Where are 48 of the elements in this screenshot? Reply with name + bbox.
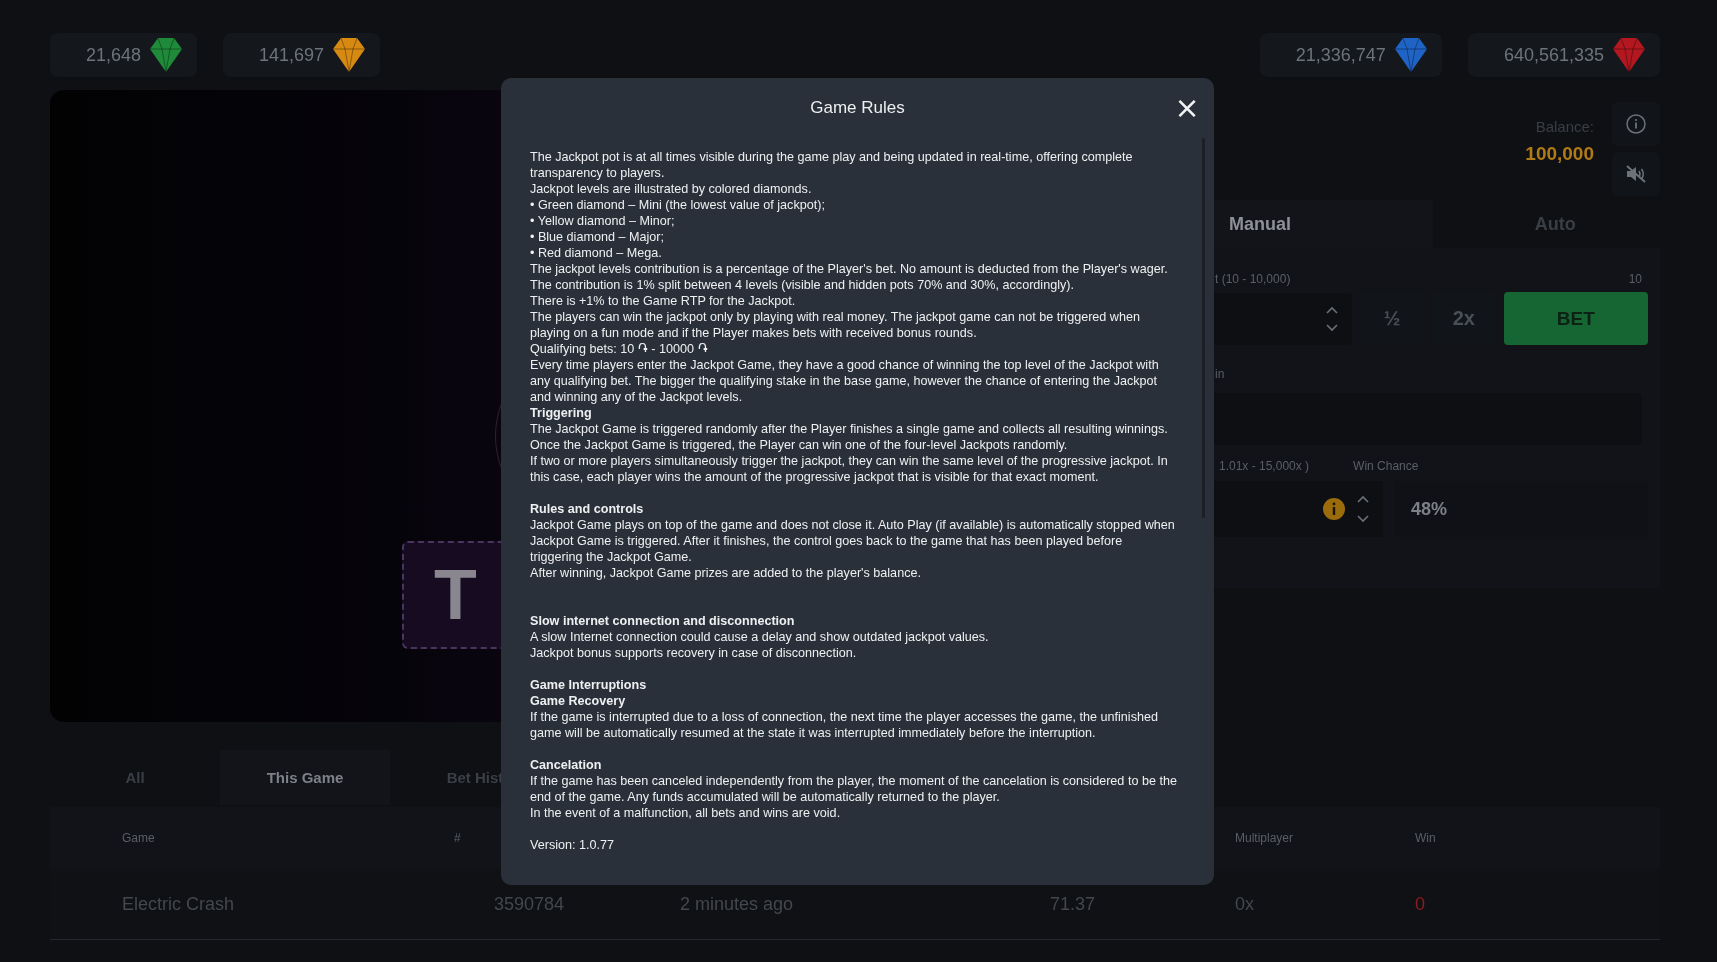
rules-paragraph: There is +1% to the Game RTP for the Jackpot. bbox=[530, 293, 797, 309]
rules-paragraph: • Green diamond – Mini (the lowest value of jackpot); bbox=[530, 197, 826, 213]
column-header: Multiplayer bbox=[1235, 831, 1294, 845]
rules-paragraph: Every time players enter the Jackpot Game, they have a good chance of winning the top level of the Jackpot with any qualifying bet. The bigger the qualifying stake in the base game, however the chance of entering the Jackpot and winning any of the Jackpot levels. bbox=[530, 357, 1160, 405]
rules-paragraph: Jackpot bonus supports recovery in case of disconnection. bbox=[530, 645, 858, 661]
section-heading: Game Recovery bbox=[530, 693, 627, 709]
rules-paragraph: The Jackpot Game is triggered randomly after the Player finishes a single game and collects all resulting winnings. Once the Jackpot Game is triggered, the Player can win one of the four-level Jackpots randomly. bbox=[530, 421, 1169, 453]
jackpot-value: 640,561,335 bbox=[1503, 44, 1604, 66]
table-cell-text: 3590784 bbox=[494, 893, 566, 915]
table-cell-text: 71.37 bbox=[1050, 893, 1097, 915]
multiplier-label: 1.01x - 15,000x ) bbox=[1219, 459, 1310, 473]
rules-paragraph: • Yellow diamond – Minor; bbox=[530, 213, 676, 229]
rules-paragraph: • Blue diamond – Major; bbox=[530, 229, 665, 245]
rules-paragraph: In the event of a malfunction, all bets and wins are void. bbox=[530, 805, 842, 821]
jackpot-value: 21,336,747 bbox=[1295, 44, 1386, 66]
bet-label: t (10 - 10,000) bbox=[1214, 272, 1291, 286]
table-cell-text: Electric Crash bbox=[122, 893, 236, 915]
section-heading: Rules and controls bbox=[530, 501, 645, 517]
rules-paragraph: If two or more players simultaneously trigger the jackpot, they can win the same level of the progressive jackpot. In this case, each player wins the amount of the progressive jackpot that is visible for that exact moment. bbox=[530, 453, 1169, 485]
rules-paragraph: • Red diamond – Mega. bbox=[530, 245, 663, 261]
jackpot-value: 141,697 bbox=[259, 44, 325, 66]
section-heading: Triggering bbox=[530, 405, 593, 421]
section-heading: Slow internet connection and disconnection bbox=[530, 613, 796, 629]
rules-paragraph: Jackpot levels are illustrated by colored diamonds. bbox=[530, 181, 813, 197]
rules-paragraph: If the game is interrupted due to a loss of connection, the next time the player accesses the game, the unfinished game will be automatically resumed at the state it was interrupted immediately before the interruption. bbox=[530, 709, 1159, 741]
balance-value: 100,000 bbox=[1525, 143, 1594, 165]
rules-paragraph: The jackpot levels contribution is a percentage of the Player's bet. No amount is deducted from the Player's wager. The contribution is 1% split between 4 levels (visible and hidden pots 70% and 30%, accordingly). bbox=[530, 261, 1169, 293]
section-heading: Game Interruptions bbox=[530, 677, 648, 693]
dialog-title: Game Rules bbox=[810, 98, 905, 118]
section-heading: Cancelation bbox=[530, 757, 603, 773]
rules-paragraph: Qualifying bets: 10 ֏ - 10000 ֏ bbox=[530, 341, 709, 357]
column-header: Game bbox=[122, 831, 155, 845]
rules-paragraph: After winning, Jackpot Game prizes are added to the player's balance. bbox=[530, 565, 922, 581]
rules-paragraph: A slow Internet connection could cause a delay and show outdated jackpot values. bbox=[530, 629, 990, 645]
rules-paragraph: Version: 1.0.77 bbox=[530, 837, 616, 853]
rules-paragraph: Jackpot Game plays on top of the game and does not close it. Auto Play (if available) is automatically stopped when Jackpot Game is triggered. After it finishes, the control goes back to the game that has been played before triggering the Jackpot Game. bbox=[530, 517, 1176, 565]
column-header: Win bbox=[1415, 831, 1436, 845]
rules-paragraph: The players can win the jackpot only by playing with real money. The jackpot game can not be triggered when playing on a fun mode and if the Player makes bets with received bonus rounds. bbox=[530, 309, 1141, 341]
table-cell-text: 0x bbox=[1235, 893, 1255, 915]
rules-paragraph: If the game has been canceled independently from the player, the moment of the cancelation is considered to be the end of the game. Any funds accumulated will be automatically returned to the player. bbox=[530, 773, 1178, 805]
jackpot-value: 21,648 bbox=[86, 44, 142, 66]
rules-paragraph: The Jackpot pot is at all times visible during the game play and being updated in real-time, offering complete transparency to players. bbox=[530, 149, 1134, 181]
table-cell-text: 2 minutes ago bbox=[680, 893, 795, 915]
win-label: in bbox=[1214, 367, 1226, 381]
bet-max: 10 bbox=[1627, 272, 1642, 286]
table-cell-text: 0 bbox=[1415, 893, 1426, 915]
column-header: # bbox=[454, 831, 461, 845]
win-chance-label: Win Chance bbox=[1353, 459, 1419, 473]
